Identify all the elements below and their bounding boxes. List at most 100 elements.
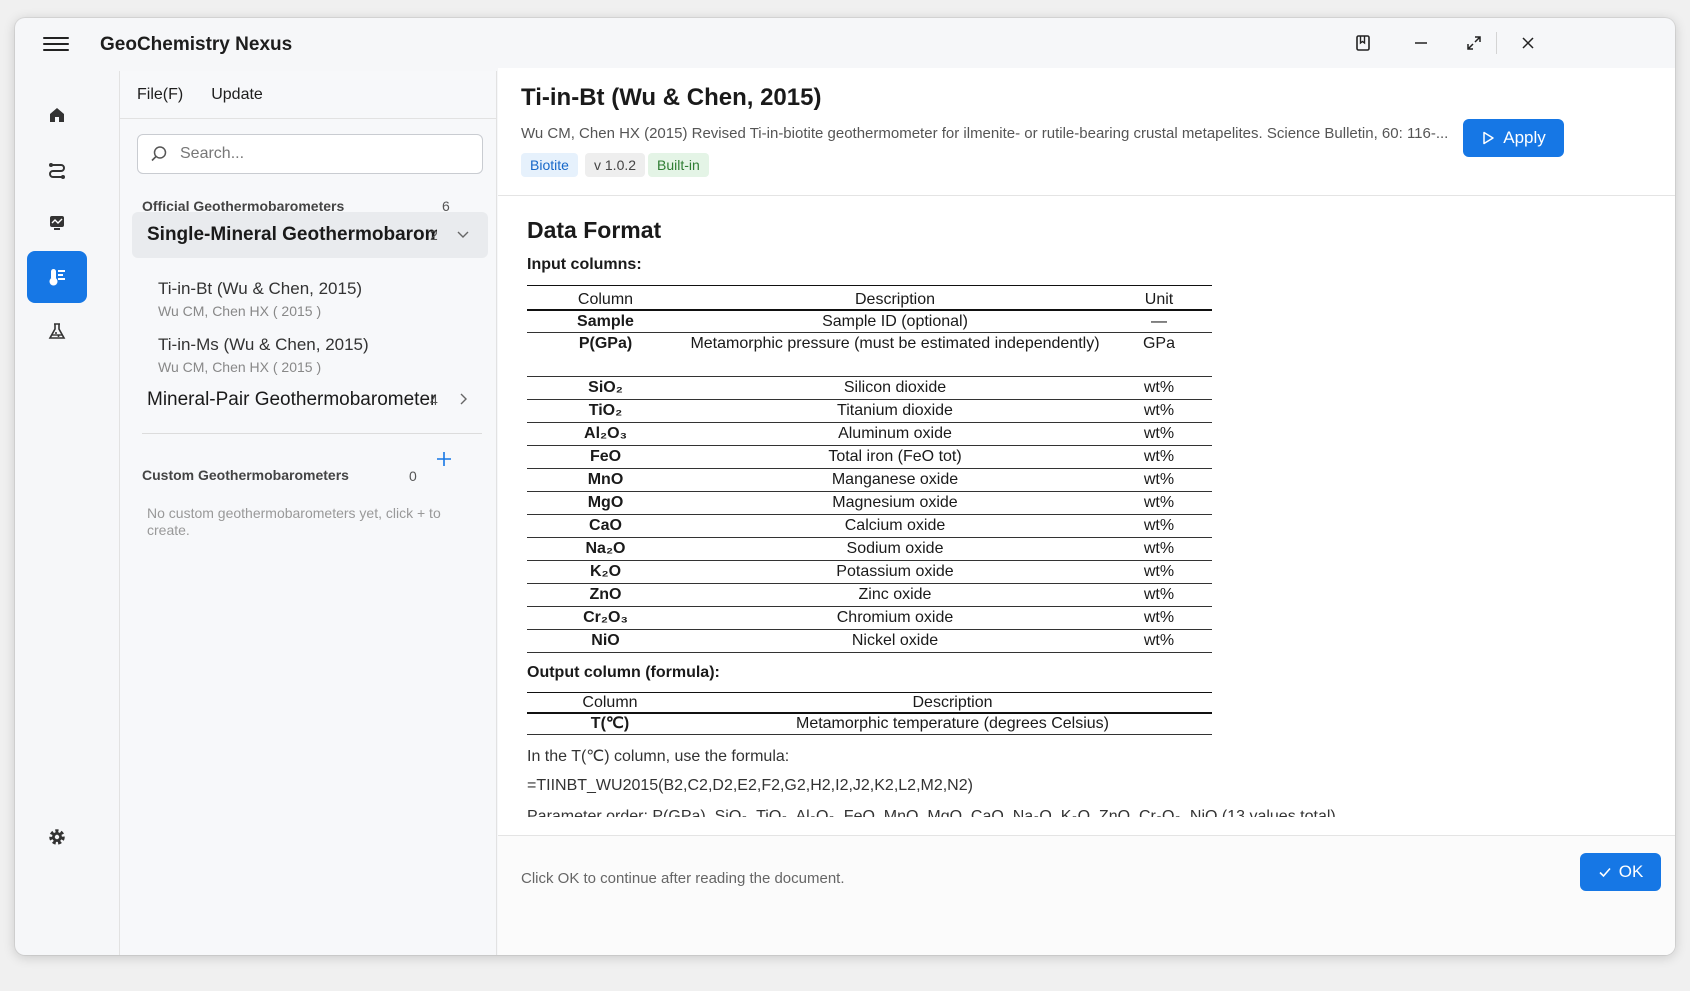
book-icon[interactable]	[1343, 28, 1383, 58]
input-column-name: K₂O	[527, 560, 684, 584]
input-column-name: SiO₂	[527, 376, 684, 400]
list-item-ti-in-bt[interactable]: Ti-in-Bt (Wu & Chen, 2015) Wu CM, Chen H…	[158, 279, 478, 319]
source-tag: Built-in	[648, 153, 709, 177]
document-footer: Click OK to continue after reading the d…	[498, 835, 1675, 955]
thermometer-icon[interactable]	[27, 251, 87, 303]
list-item-subtitle: Wu CM, Chen HX ( 2015 )	[158, 359, 322, 375]
menu-bar: File(F) Update	[120, 71, 496, 119]
input-column-unit: wt%	[1106, 514, 1212, 538]
table-row: TiO₂ Titanium dioxide wt%	[527, 399, 1212, 423]
input-column-unit: wt%	[1106, 468, 1212, 492]
title-bar: GeoChemistry Nexus	[15, 18, 1675, 68]
version-tag: v 1.0.2	[585, 153, 646, 177]
document-scroll-area[interactable]: Data Format Input columns: Column Descri…	[498, 197, 1675, 817]
apply-button[interactable]: Apply	[1463, 119, 1564, 157]
table-header-row: Column Description	[527, 692, 1212, 714]
column-header: Description	[693, 692, 1212, 714]
input-column-name: MgO	[527, 491, 684, 515]
flask-icon[interactable]	[27, 305, 87, 357]
input-column-unit: wt%	[1106, 491, 1212, 515]
input-column-description: Total iron (FeO tot)	[684, 445, 1106, 469]
input-column-description: Silicon dioxide	[684, 376, 1106, 400]
navigation-rail	[15, 68, 113, 955]
menu-file[interactable]: File(F)	[137, 86, 183, 104]
table-row: Sample Sample ID (optional) —	[527, 309, 1212, 333]
chevron-down-icon	[457, 231, 469, 238]
input-column-description: Aluminum oxide	[684, 422, 1106, 446]
column-header: Column	[527, 285, 684, 311]
column-header: Description	[684, 285, 1106, 311]
document-reference: Wu CM, Chen HX (2015) Revised Ti-in-biot…	[521, 125, 1449, 142]
group-label: Single-Mineral Geothermobarometers	[147, 224, 437, 245]
table-row: NiO Nickel oxide wt%	[527, 629, 1212, 653]
input-column-unit: wt%	[1106, 583, 1212, 607]
formula-intro: In the T(℃) column, use the formula:	[527, 748, 790, 765]
table-row: CaO Calcium oxide wt%	[527, 514, 1212, 538]
table-row: FeO Total iron (FeO tot) wt%	[527, 445, 1212, 469]
table-row: T(℃) Metamorphic temperature (degrees Ce…	[527, 712, 1212, 735]
group-single-mineral[interactable]: Single-Mineral Geothermobarometers 2	[132, 212, 488, 258]
document-panel: Ti-in-Bt (Wu & Chen, 2015) Wu CM, Chen H…	[498, 68, 1675, 955]
column-header: Column	[527, 692, 693, 714]
add-custom-button[interactable]	[433, 448, 455, 470]
input-column-name: TiO₂	[527, 399, 684, 423]
input-column-unit: wt%	[1106, 537, 1212, 561]
footer-note: Click OK to continue after reading the d…	[521, 870, 845, 887]
plus-icon	[437, 452, 451, 466]
output-column-description: Metamorphic temperature (degrees Celsius…	[693, 712, 1212, 735]
input-column-name: Sample	[527, 309, 684, 333]
input-column-name: FeO	[527, 445, 684, 469]
ok-button[interactable]: OK	[1580, 853, 1661, 891]
check-icon	[1599, 867, 1611, 878]
input-column-description: Sodium oxide	[684, 537, 1106, 561]
search-icon	[151, 146, 167, 162]
input-columns-heading: Input columns:	[527, 256, 642, 273]
input-column-unit: wt%	[1106, 445, 1212, 469]
hamburger-menu-icon[interactable]	[43, 33, 69, 53]
input-column-unit: wt%	[1106, 399, 1212, 423]
input-column-description: Metamorphic pressure (must be estimated …	[684, 332, 1106, 377]
input-column-description: Potassium oxide	[684, 560, 1106, 584]
workflow-icon[interactable]	[27, 143, 87, 195]
search-box	[137, 134, 483, 174]
list-item-title: Ti-in-Ms (Wu & Chen, 2015)	[158, 335, 369, 354]
list-item-ti-in-ms[interactable]: Ti-in-Ms (Wu & Chen, 2015) Wu CM, Chen H…	[158, 335, 478, 375]
custom-empty-text: No custom geothermobarometers yet, click…	[147, 505, 441, 538]
table-header-row: Column Description Unit	[527, 285, 1212, 311]
input-column-unit: wt%	[1106, 376, 1212, 400]
input-column-description: Sample ID (optional)	[684, 309, 1106, 333]
output-column-heading: Output column (formula):	[527, 664, 720, 681]
minimize-icon[interactable]	[1401, 28, 1441, 58]
input-columns-table: Column Description Unit Sample Sample ID …	[527, 285, 1212, 653]
table-row: P(GPa) Metamorphic pressure (must be esti…	[527, 332, 1212, 377]
input-column-description: Magnesium oxide	[684, 491, 1106, 515]
input-column-description: Titanium dioxide	[684, 399, 1106, 423]
document-title: Ti-in-Bt (Wu & Chen, 2015)	[521, 84, 822, 111]
maximize-icon[interactable]	[1454, 28, 1494, 58]
menu-update[interactable]: Update	[211, 86, 263, 104]
input-column-description: Chromium oxide	[684, 606, 1106, 630]
titlebar-separator	[1496, 32, 1497, 54]
geothermobarometer-sidebar: File(F) Update Official Geothermobaromet…	[119, 71, 497, 955]
table-row: Cr₂O₃ Chromium oxide wt%	[527, 606, 1212, 630]
settings-icon[interactable]	[27, 811, 87, 863]
monitor-icon[interactable]	[27, 197, 87, 249]
group-mineral-pair[interactable]: Mineral-Pair Geothermobarometers 4	[132, 377, 488, 423]
doc-heading: Data Format	[527, 217, 662, 243]
mineral-tag: Biotite	[521, 153, 578, 177]
play-icon	[1483, 131, 1494, 145]
search-input[interactable]	[180, 145, 470, 163]
parameter-order: Parameter order: P(GPa), SiO₂, TiO₂, Al₂…	[527, 808, 1336, 817]
home-icon[interactable]	[27, 89, 87, 141]
custom-count: 0	[409, 468, 417, 484]
input-column-name: CaO	[527, 514, 684, 538]
app-window: GeoChemistry Nexus File(F) Update Search…	[15, 18, 1675, 955]
input-column-name: Al₂O₃	[527, 422, 684, 446]
close-icon[interactable]	[1508, 28, 1548, 58]
table-row: Al₂O₃ Aluminum oxide wt%	[527, 422, 1212, 446]
input-column-unit: wt%	[1106, 606, 1212, 630]
group-count: 4	[430, 392, 438, 408]
document-header: Ti-in-Bt (Wu & Chen, 2015) Wu CM, Chen H…	[498, 68, 1675, 196]
input-column-name: P(GPa)	[527, 332, 684, 377]
table-row: Na₂O Sodium oxide wt%	[527, 537, 1212, 561]
